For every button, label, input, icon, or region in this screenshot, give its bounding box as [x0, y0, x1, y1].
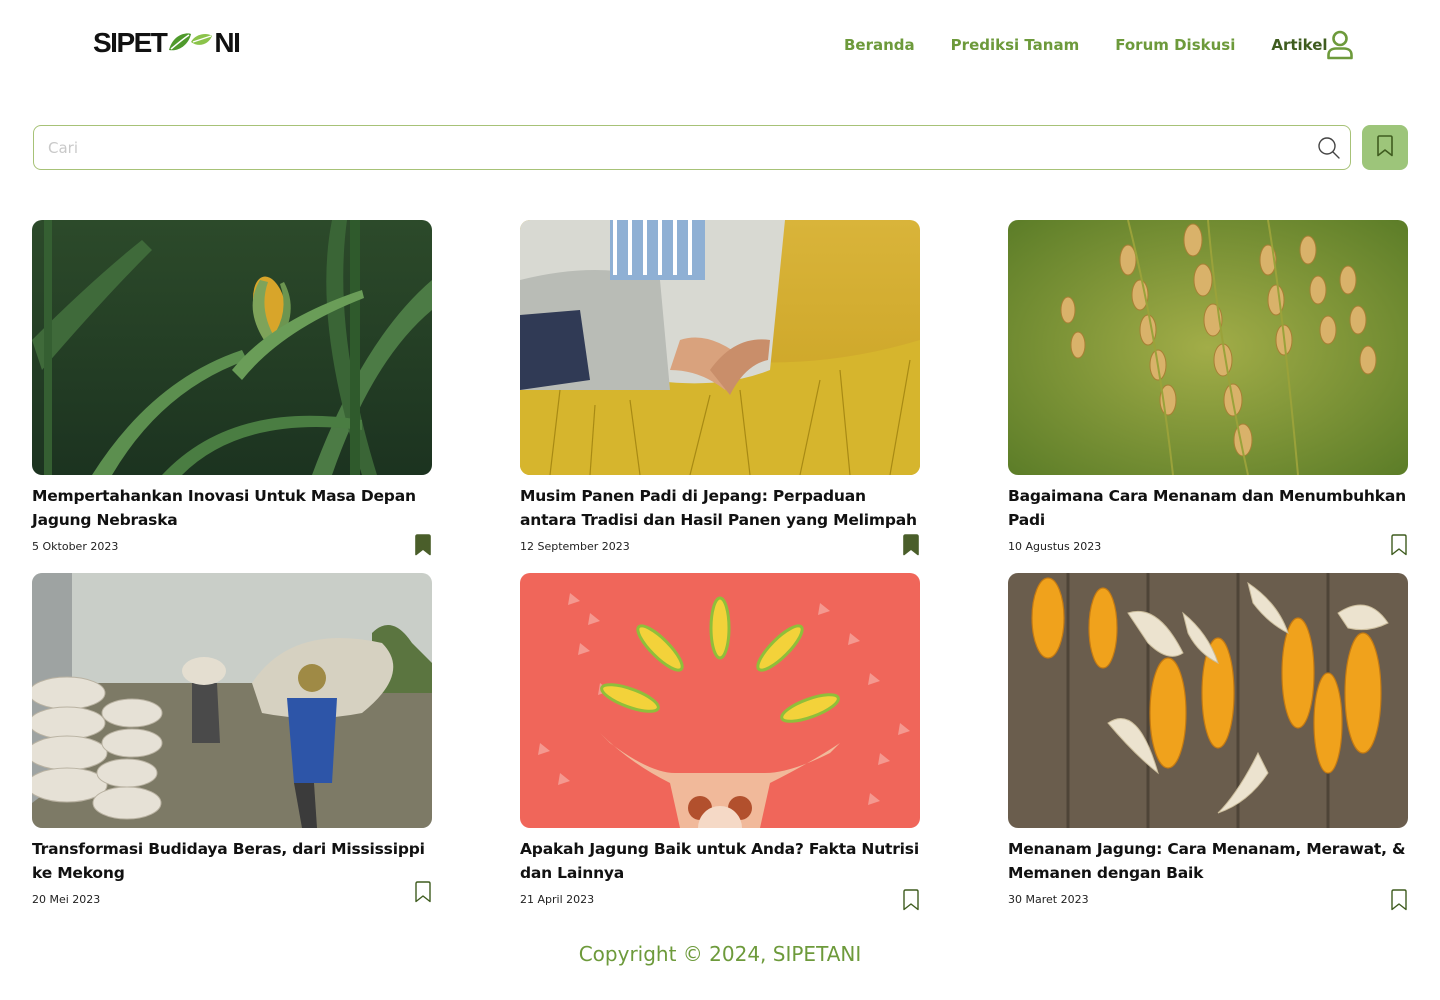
bookmark-outline-icon[interactable] [1390, 889, 1408, 911]
nav-prediksi-tanam[interactable]: Prediksi Tanam [951, 36, 1080, 54]
article-date: 21 April 2023 [520, 893, 595, 906]
article-title[interactable]: Musim Panen Padi di Jepang: Perpaduan an… [520, 484, 920, 532]
bookmark-filled-icon[interactable] [414, 534, 432, 556]
article-image-rice-harvest[interactable] [520, 220, 920, 475]
article-date: 30 Maret 2023 [1008, 893, 1089, 906]
article-card[interactable]: Bagaimana Cara Menanam dan Menumbuhkan P… [1008, 220, 1408, 558]
article-date: 20 Mei 2023 [32, 893, 101, 906]
article-image-corn-plant[interactable] [32, 220, 432, 475]
bookmark-outline-icon[interactable] [902, 889, 920, 911]
saved-articles-button[interactable] [1362, 125, 1408, 170]
article-card[interactable]: Apakah Jagung Baik untuk Anda? Fakta Nut… [520, 573, 920, 911]
bookmark-outline-icon[interactable] [414, 881, 432, 903]
article-date: 12 September 2023 [520, 540, 630, 553]
article-image-dried-corn[interactable] [1008, 573, 1408, 828]
leaf-logo-icon [167, 30, 213, 56]
article-date: 10 Agustus 2023 [1008, 540, 1102, 553]
article-title[interactable]: Bagaimana Cara Menanam dan Menumbuhkan P… [1008, 484, 1408, 532]
article-card[interactable]: Mempertahankan Inovasi Untuk Masa Depan … [32, 220, 432, 558]
nav-forum-diskusi[interactable]: Forum Diskusi [1115, 36, 1235, 54]
search-icon[interactable] [1317, 136, 1341, 160]
article-image-rice-grains[interactable] [1008, 220, 1408, 475]
article-card[interactable]: Menanam Jagung: Cara Menanam, Merawat, &… [1008, 573, 1408, 911]
article-card[interactable]: Transformasi Budidaya Beras, dari Missis… [32, 573, 432, 911]
bookmark-filled-icon[interactable] [902, 534, 920, 556]
search-bar [33, 125, 1351, 170]
nav-beranda[interactable]: Beranda [844, 36, 915, 54]
logo-text-right: NI [214, 27, 241, 58]
article-date: 5 Oktober 2023 [32, 540, 119, 553]
article-title[interactable]: Mempertahankan Inovasi Untuk Masa Depan … [32, 484, 432, 532]
article-image-corn-illustration[interactable] [520, 573, 920, 828]
bookmark-outline-icon[interactable] [1390, 534, 1408, 556]
nav-artikel[interactable]: Artikel [1271, 36, 1327, 54]
search-input[interactable] [34, 126, 1274, 169]
user-profile-icon[interactable] [1326, 30, 1354, 60]
bookmark-icon [1376, 134, 1394, 161]
article-title[interactable]: Apakah Jagung Baik untuk Anda? Fakta Nut… [520, 837, 920, 885]
article-image-rice-sacks[interactable] [32, 573, 432, 828]
article-title[interactable]: Transformasi Budidaya Beras, dari Missis… [32, 837, 432, 885]
article-title[interactable]: Menanam Jagung: Cara Menanam, Merawat, &… [1008, 837, 1408, 885]
brand-logo[interactable]: SIPET NI [93, 27, 241, 59]
logo-text-left: SIPET [93, 27, 168, 58]
article-card[interactable]: Musim Panen Padi di Jepang: Perpaduan an… [520, 220, 920, 558]
main-nav: Beranda Prediksi Tanam Forum Diskusi Art… [844, 33, 1364, 57]
footer-copyright: Copyright © 2024, SIPETANI [578, 942, 862, 966]
